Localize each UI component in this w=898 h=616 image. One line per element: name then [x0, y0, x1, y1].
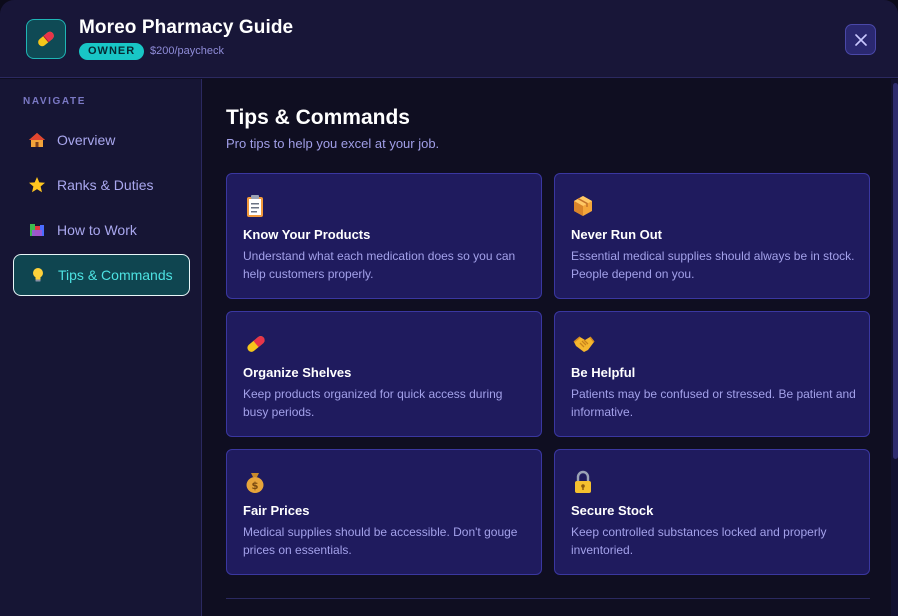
lightbulb-icon — [28, 265, 48, 285]
sidebar-item-label: How to Work — [57, 222, 137, 238]
tip-card-organize-shelves: Organize Shelves Keep products organized… — [226, 311, 542, 437]
tip-card-secure-stock: Secure Stock Keep controlled substances … — [554, 449, 870, 575]
card-text: Medical supplies should be accessible. D… — [243, 525, 518, 557]
sidebar-item-label: Ranks & Duties — [57, 177, 154, 193]
card-title: Be Helpful — [571, 365, 636, 380]
sidebar-item-label: Overview — [57, 132, 116, 148]
app-title: Moreo Pharmacy Guide — [79, 17, 294, 38]
card-title: Fair Prices — [243, 503, 310, 518]
sidebar-item-ranks-duties[interactable]: Ranks & Duties — [13, 164, 190, 206]
role-badge: OWNER — [79, 43, 145, 60]
tip-card-be-helpful: Be Helpful Patients may be confused or s… — [554, 311, 870, 437]
card-title: Never Run Out — [571, 227, 663, 242]
package-icon — [572, 194, 596, 218]
sidebar-item-label: Tips & Commands — [58, 267, 173, 283]
card-text: Keep products organized for quick access… — [243, 387, 503, 419]
header: Moreo Pharmacy Guide OWNER $200/paycheck — [0, 0, 898, 78]
tip-card-never-run-out: Never Run Out Essential medical supplies… — [554, 173, 870, 299]
card-title: Organize Shelves — [243, 365, 352, 380]
house-icon — [27, 130, 47, 150]
card-text: Patients may be confused or stressed. Be… — [571, 387, 856, 419]
sidebar-item-how-to-work[interactable]: How to Work — [13, 209, 190, 251]
sidebar: NAVIGATE Overview Ranks & Duties How to … — [0, 79, 202, 616]
nav-heading: NAVIGATE — [23, 96, 86, 107]
card-title: Secure Stock — [571, 503, 654, 518]
close-icon — [854, 33, 867, 46]
tip-card-fair-prices: $ Fair Prices Medical supplies should be… — [226, 449, 542, 575]
lock-icon — [572, 470, 596, 494]
card-text: Essential medical supplies should always… — [571, 249, 855, 281]
card-text: Keep controlled substances locked and pr… — [571, 525, 827, 557]
pill-icon — [26, 19, 66, 59]
clipboard-icon — [244, 194, 268, 218]
books-icon — [27, 220, 47, 240]
sidebar-item-tips-commands[interactable]: Tips & Commands — [13, 254, 190, 296]
page-title: Tips & Commands — [226, 106, 410, 129]
money-bag-icon: $ — [244, 470, 268, 494]
tip-card-know-products: Know Your Products Understand what each … — [226, 173, 542, 299]
main-content: Tips & Commands Pro tips to help you exc… — [203, 79, 898, 616]
sidebar-item-overview[interactable]: Overview — [13, 119, 190, 161]
card-title: Know Your Products — [243, 227, 371, 242]
close-button[interactable] — [845, 24, 876, 55]
svg-text:$: $ — [252, 481, 259, 492]
star-icon — [27, 175, 47, 195]
app-window: Moreo Pharmacy Guide OWNER $200/paycheck… — [0, 0, 898, 616]
pill-icon — [244, 332, 268, 356]
handshake-icon — [572, 332, 596, 356]
card-text: Understand what each medication does so … — [243, 249, 516, 281]
scrollbar-thumb[interactable] — [893, 83, 898, 459]
pay-rate: $200/paycheck — [150, 45, 224, 57]
page-subtitle: Pro tips to help you excel at your job. — [226, 136, 440, 151]
divider — [226, 598, 870, 599]
